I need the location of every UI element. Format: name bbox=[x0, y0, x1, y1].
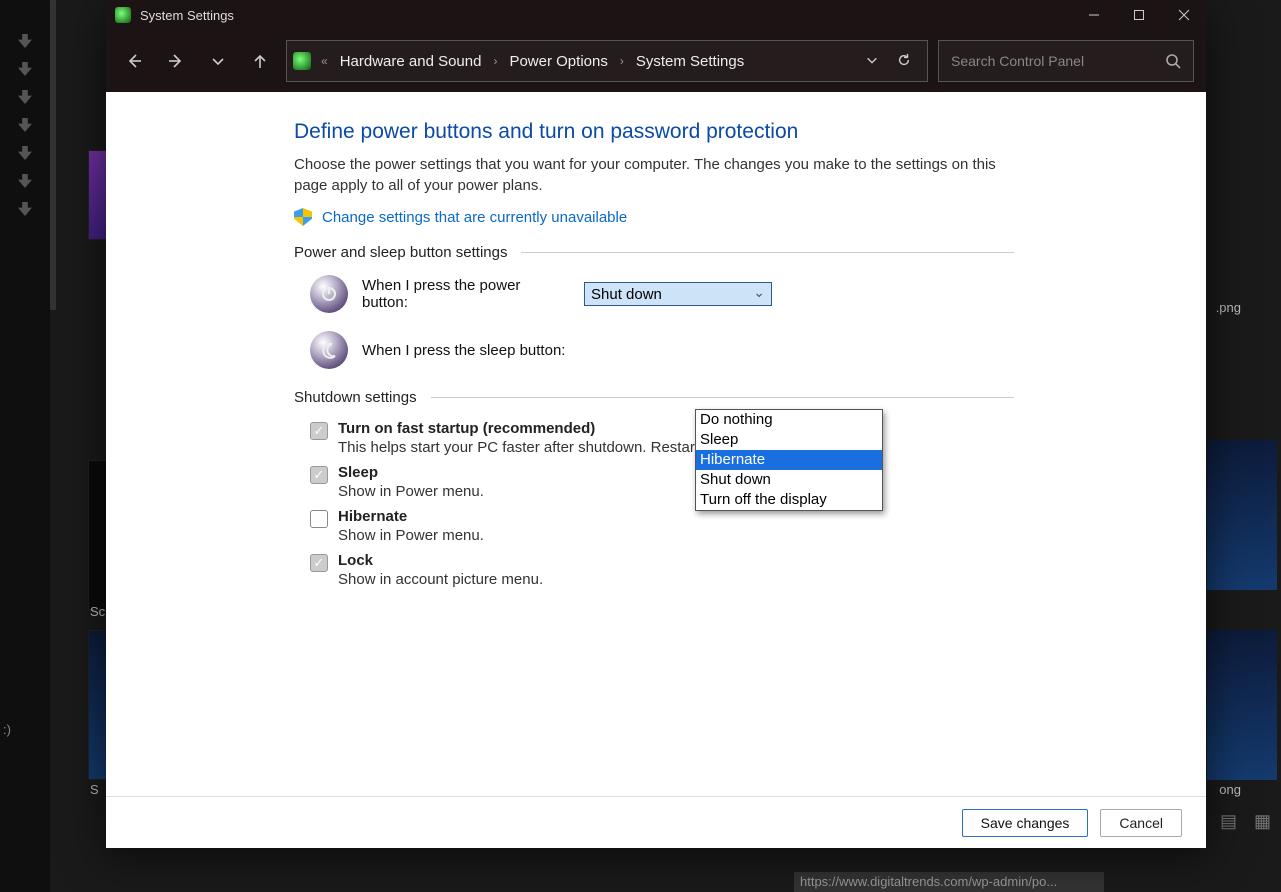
cancel-button[interactable]: Cancel bbox=[1100, 809, 1182, 837]
pin-icon bbox=[18, 62, 32, 76]
cb-title: Hibernate bbox=[338, 508, 484, 525]
pin-icon bbox=[18, 146, 32, 160]
dropdown-option-hibernate[interactable]: Hibernate bbox=[696, 450, 882, 470]
system-settings-window: System Settings « Hardware and Sound › P… bbox=[106, 0, 1206, 848]
pin-icon bbox=[18, 202, 32, 216]
cb-hibernate: Hibernate Show in Power menu. bbox=[310, 508, 1014, 544]
page-description: Choose the power settings that you want … bbox=[294, 154, 1014, 196]
bg-text: Sc bbox=[90, 604, 105, 619]
bg-text: S bbox=[90, 782, 99, 797]
checkbox-hibernate[interactable] bbox=[310, 510, 328, 528]
cb-sleep: Sleep Show in Power menu. bbox=[310, 464, 1014, 500]
bg-view-icons: ▤ ▦ bbox=[1220, 811, 1277, 832]
bg-thumbnail bbox=[1207, 440, 1277, 590]
window-title: System Settings bbox=[140, 8, 234, 23]
minimize-button[interactable] bbox=[1071, 0, 1116, 30]
cb-fast-startup: Turn on fast startup (recommended) This … bbox=[310, 420, 1014, 456]
maximize-button[interactable] bbox=[1116, 0, 1161, 30]
forward-button[interactable] bbox=[160, 45, 192, 77]
change-settings-link[interactable]: Change settings that are currently unava… bbox=[322, 209, 627, 226]
dropdown-option-sleep[interactable]: Sleep bbox=[696, 430, 882, 450]
cb-sub: Show in Power menu. bbox=[338, 527, 484, 544]
pin-icon bbox=[18, 118, 32, 132]
cb-sub: Show in Power menu. bbox=[338, 483, 484, 500]
location-icon bbox=[293, 52, 311, 70]
footer: Save changes Cancel bbox=[106, 796, 1206, 848]
bg-text: .png bbox=[1216, 300, 1241, 315]
section-title: Power and sleep button settings bbox=[294, 244, 507, 261]
cb-sub: Show in account picture menu. bbox=[338, 571, 543, 588]
breadcrumb-power-options[interactable]: Power Options bbox=[503, 53, 613, 70]
checkbox-sleep[interactable] bbox=[310, 466, 328, 484]
bg-text: :) bbox=[3, 722, 11, 737]
search-icon bbox=[1165, 53, 1181, 69]
power-button-row: When I press the power button: Shut down bbox=[310, 275, 1014, 313]
up-button[interactable] bbox=[244, 45, 276, 77]
divider bbox=[521, 252, 1014, 253]
section-title: Shutdown settings bbox=[294, 389, 417, 406]
search-placeholder: Search Control Panel bbox=[951, 53, 1084, 69]
power-button-label: When I press the power button: bbox=[362, 277, 570, 311]
address-dropdown-button[interactable] bbox=[865, 53, 879, 70]
shield-icon bbox=[294, 208, 312, 226]
checkbox-fast-startup[interactable] bbox=[310, 422, 328, 440]
power-button-value: Shut down bbox=[591, 286, 662, 303]
cb-title: Sleep bbox=[338, 464, 484, 481]
pin-icon bbox=[18, 90, 32, 104]
nav-toolbar: « Hardware and Sound › Power Options › S… bbox=[106, 30, 1206, 92]
bg-scrollbar bbox=[50, 0, 56, 310]
checkbox-lock[interactable] bbox=[310, 554, 328, 572]
sleep-button-dropdown[interactable]: Do nothing Sleep Hibernate Shut down Tur… bbox=[695, 409, 883, 511]
chevron-right-icon: › bbox=[493, 54, 497, 68]
search-input[interactable]: Search Control Panel bbox=[938, 40, 1194, 82]
sleep-button-label: When I press the sleep button: bbox=[362, 342, 570, 359]
content-area: Define power buttons and turn on passwor… bbox=[106, 92, 1206, 848]
breadcrumb-hardware-and-sound[interactable]: Hardware and Sound bbox=[334, 53, 488, 70]
cb-lock: Lock Show in account picture menu. bbox=[310, 552, 1014, 588]
pin-icon bbox=[18, 34, 32, 48]
save-button[interactable]: Save changes bbox=[962, 809, 1089, 837]
dropdown-option-turn-off-display[interactable]: Turn off the display bbox=[696, 490, 882, 510]
cb-title: Lock bbox=[338, 552, 543, 569]
divider bbox=[431, 397, 1014, 398]
breadcrumb-system-settings[interactable]: System Settings bbox=[630, 53, 750, 70]
refresh-button[interactable] bbox=[897, 53, 911, 70]
page-title: Define power buttons and turn on passwor… bbox=[294, 120, 1014, 144]
address-bar[interactable]: « Hardware and Sound › Power Options › S… bbox=[286, 40, 928, 82]
bg-text: ong bbox=[1219, 782, 1241, 797]
sleep-icon bbox=[310, 331, 348, 369]
close-button[interactable] bbox=[1161, 0, 1206, 30]
dropdown-option-do-nothing[interactable]: Do nothing bbox=[696, 410, 882, 430]
back-button[interactable] bbox=[118, 45, 150, 77]
power-icon bbox=[310, 275, 348, 313]
bg-thumbnail bbox=[1207, 630, 1277, 780]
titlebar[interactable]: System Settings bbox=[106, 0, 1206, 30]
bg-status-url: https://www.digitaltrends.com/wp-admin/p… bbox=[794, 872, 1104, 892]
power-button-select[interactable]: Shut down bbox=[584, 282, 772, 306]
app-icon bbox=[115, 7, 131, 23]
sleep-button-row: When I press the sleep button: bbox=[310, 331, 1014, 369]
overflow-chevron-icon[interactable]: « bbox=[321, 54, 328, 68]
section-power-sleep: Power and sleep button settings bbox=[294, 244, 1014, 261]
desktop-sidebar bbox=[0, 0, 50, 892]
recent-dropdown-button[interactable] bbox=[202, 45, 234, 77]
pin-icon bbox=[18, 174, 32, 188]
dropdown-option-shut-down[interactable]: Shut down bbox=[696, 470, 882, 490]
section-shutdown: Shutdown settings bbox=[294, 389, 1014, 406]
chevron-right-icon: › bbox=[620, 54, 624, 68]
